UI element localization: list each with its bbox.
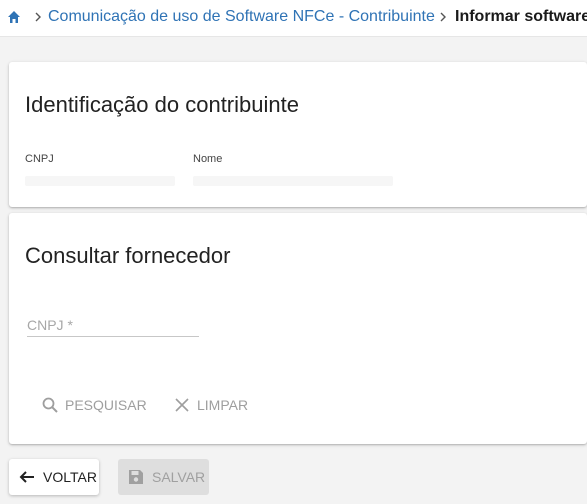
clear-button[interactable]: LIMPAR xyxy=(173,396,248,414)
cnpj-value-redacted xyxy=(25,176,175,186)
cnpj-label: CNPJ xyxy=(25,153,54,165)
save-icon xyxy=(129,470,143,484)
chevron-right-icon xyxy=(33,9,43,25)
search-button-label: PESQUISAR xyxy=(65,397,147,413)
home-icon[interactable] xyxy=(6,9,22,25)
breadcrumb-current: Informar software xyxy=(455,8,587,25)
breadcrumb: Comunicação de uso de Software NFCe - Co… xyxy=(0,0,587,37)
breadcrumb-link-comunicacao[interactable]: Comunicação de uso de Software NFCe - Co… xyxy=(48,8,435,26)
consultar-card: Consultar fornecedor PESQUISAR LIMPAR xyxy=(9,213,587,444)
arrow-left-icon xyxy=(19,471,34,483)
save-button-label: SALVAR xyxy=(152,469,206,485)
nome-value-redacted xyxy=(193,176,393,186)
nome-label: Nome xyxy=(193,153,223,165)
clear-button-label: LIMPAR xyxy=(197,397,249,413)
search-icon xyxy=(42,397,58,413)
back-button[interactable]: VOLTAR xyxy=(9,459,99,495)
search-button[interactable]: PESQUISAR xyxy=(41,396,147,414)
cnpj-field-wrapper xyxy=(27,314,199,338)
chevron-right-icon xyxy=(438,9,448,25)
back-button-label: VOLTAR xyxy=(43,469,97,485)
close-icon xyxy=(175,398,189,412)
save-button[interactable]: SALVAR xyxy=(118,459,209,495)
identificacao-card: Identificação do contribuinte CNPJ Nome xyxy=(9,62,587,207)
identificacao-title: Identificação do contribuinte xyxy=(25,92,299,117)
cnpj-input[interactable] xyxy=(27,314,199,337)
consultar-title: Consultar fornecedor xyxy=(25,243,231,268)
